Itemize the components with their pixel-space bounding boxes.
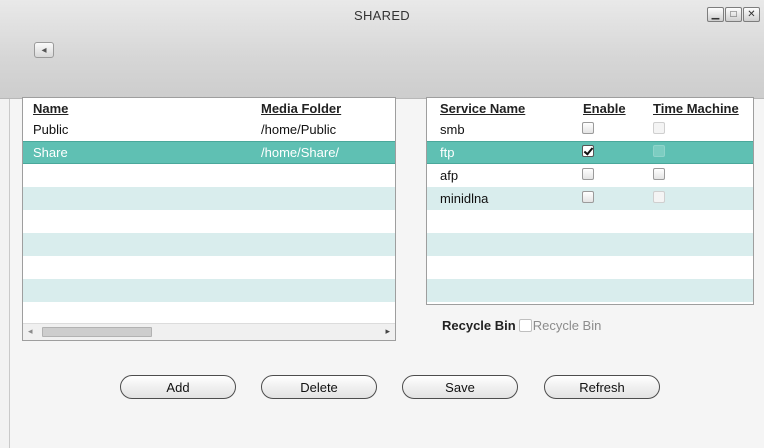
empty-row: [427, 279, 753, 302]
service-name: ftp: [440, 145, 455, 160]
enable-checkbox[interactable]: [582, 145, 594, 157]
save-button[interactable]: Save: [402, 375, 518, 399]
maximize-icon[interactable]: □: [725, 7, 742, 22]
service-name: afp: [440, 168, 459, 183]
close-icon[interactable]: ✕: [743, 7, 760, 22]
enable-cell: [582, 168, 653, 183]
recycle-bin-option: Recycle Bin Recycle Bin: [442, 318, 601, 333]
empty-row: [23, 233, 395, 256]
table-row[interactable]: afp: [427, 164, 753, 187]
column-header-time-machine[interactable]: Time Machine: [653, 101, 751, 118]
table-row-selected[interactable]: ftp: [427, 141, 753, 164]
table-row[interactable]: smb: [427, 118, 753, 141]
scroll-right-icon[interactable]: ▸: [385, 326, 390, 337]
empty-row: [23, 210, 395, 233]
time-machine-cell: [653, 122, 713, 137]
shares-table: Name Media Folder Public /home/Public Sh…: [22, 97, 396, 341]
time-machine-checkbox: [653, 191, 665, 203]
scroll-left-icon[interactable]: ◂: [28, 326, 33, 337]
horizontal-scrollbar[interactable]: ◂ ▸: [23, 323, 395, 340]
time-machine-cell: [653, 145, 713, 160]
enable-cell: [582, 145, 653, 160]
chevron-left-icon: ◂: [41, 44, 47, 56]
service-name: smb: [440, 122, 465, 137]
empty-row: [23, 256, 395, 279]
services-table-header: Service Name Enable Time Machine: [427, 98, 753, 118]
empty-row: [427, 210, 753, 233]
table-row[interactable]: Public /home/Public: [23, 118, 395, 141]
column-header-media-folder[interactable]: Media Folder: [261, 101, 381, 118]
recycle-bin-checkbox-label[interactable]: Recycle Bin: [533, 318, 602, 333]
back-button[interactable]: ◂: [34, 42, 54, 58]
time-machine-checkbox: [653, 122, 665, 134]
empty-row: [427, 233, 753, 256]
enable-checkbox[interactable]: [582, 191, 594, 203]
scrollbar-thumb[interactable]: [42, 327, 152, 337]
services-table: Service Name Enable Time Machine smb ftp…: [426, 97, 754, 305]
empty-row: [23, 279, 395, 302]
share-name: Share: [33, 145, 68, 160]
recycle-bin-checkbox[interactable]: [518, 319, 532, 332]
window-controls: ▁ □ ✕: [707, 7, 760, 22]
column-header-enable[interactable]: Enable: [569, 101, 653, 118]
share-folder: /home/Share/: [261, 145, 340, 160]
empty-row: [23, 187, 395, 210]
minimize-icon[interactable]: ▁: [707, 7, 724, 22]
share-folder: /home/Public: [261, 122, 337, 137]
enable-cell: [582, 122, 653, 137]
table-row[interactable]: minidlna: [427, 187, 753, 210]
enable-cell: [582, 191, 653, 206]
service-name: minidlna: [440, 191, 489, 206]
add-button[interactable]: Add: [120, 375, 236, 399]
recycle-bin-label: Recycle Bin: [442, 318, 516, 333]
refresh-button[interactable]: Refresh: [544, 375, 660, 399]
column-header-service-name[interactable]: Service Name: [427, 101, 569, 118]
time-machine-checkbox: [653, 145, 665, 157]
enable-checkbox[interactable]: [582, 122, 594, 134]
time-machine-cell: [653, 191, 713, 206]
window-title: SHARED: [354, 8, 410, 23]
empty-row: [427, 256, 753, 279]
time-machine-checkbox[interactable]: [653, 168, 665, 180]
window-header: SHARED ▁ □ ✕ ◂: [0, 0, 764, 99]
column-header-name[interactable]: Name: [23, 101, 261, 118]
delete-button[interactable]: Delete: [261, 375, 377, 399]
share-name: Public: [33, 122, 69, 137]
time-machine-cell: [653, 168, 713, 183]
table-row-selected[interactable]: Share /home/Share/: [23, 141, 395, 164]
empty-row: [23, 164, 395, 187]
enable-checkbox[interactable]: [582, 168, 594, 180]
shares-table-header: Name Media Folder: [23, 98, 395, 118]
